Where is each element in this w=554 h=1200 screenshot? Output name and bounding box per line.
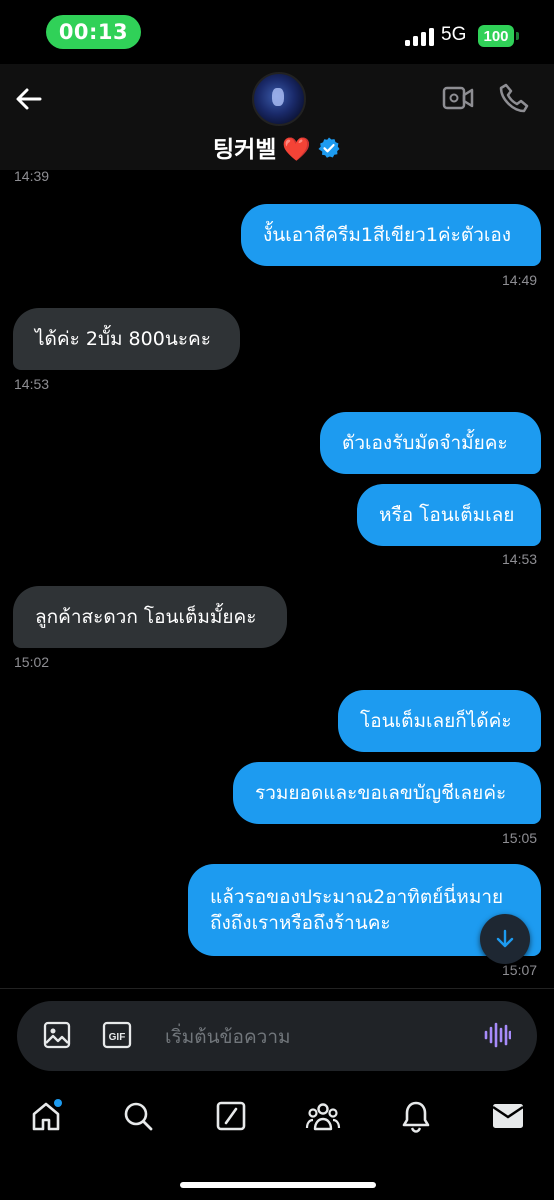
message-timestamp: 15:07 [502, 962, 538, 978]
contact-name-text: 팅커벨 [212, 137, 277, 163]
home-indicator [180, 1182, 376, 1188]
scroll-to-bottom-button[interactable] [480, 914, 530, 964]
gif-label: GIF [109, 1032, 126, 1043]
network-type: 5G [441, 24, 467, 45]
message-timestamp: 14:49 [502, 272, 538, 288]
voice-message-icon[interactable] [483, 1021, 512, 1049]
cellular-signal-icon [405, 28, 435, 46]
arrow-down-icon [496, 929, 514, 948]
message-composer: GIF [17, 1001, 537, 1071]
messages-icon[interactable] [488, 1096, 528, 1136]
message-timestamp: 14:53 [14, 376, 50, 392]
status-time: 00:13 [46, 15, 141, 49]
message-bubble-incoming[interactable]: ได้ค่ะ 2บั้ม 800นะคะ [13, 308, 240, 370]
phone-icon[interactable] [498, 82, 530, 114]
contact-name[interactable]: 팅커벨 ❤️ [0, 130, 554, 166]
heart-emoji: ❤️ [282, 137, 312, 163]
gif-icon[interactable]: GIF [102, 1021, 132, 1049]
message-input[interactable] [163, 1020, 467, 1054]
chat-header: 팅커벨 ❤️ [0, 64, 554, 170]
video-camera-icon[interactable] [442, 84, 474, 112]
notifications-icon[interactable] [396, 1096, 436, 1136]
avatar[interactable] [252, 72, 306, 126]
image-icon[interactable] [43, 1021, 71, 1049]
home-icon[interactable] [26, 1096, 66, 1136]
battery-icon: 100 [478, 25, 514, 47]
message-list[interactable]: 14:39 งั้นเอาสีครีม1สีเขียว1ค่ะตัวเอง 14… [0, 170, 554, 988]
status-bar: 00:13 5G 100 [0, 0, 554, 64]
verified-badge-icon [317, 136, 341, 166]
search-icon[interactable] [118, 1096, 158, 1136]
back-arrow-icon[interactable] [12, 82, 46, 116]
message-bubble-outgoing[interactable]: รวมยอดและขอเลขบัญชีเลยค่ะ [233, 762, 541, 824]
message-bubble-outgoing[interactable]: หรือ โอนเต็มเลย [357, 484, 541, 546]
message-timestamp: 14:39 [14, 170, 50, 184]
message-timestamp: 15:05 [502, 830, 538, 846]
message-timestamp: 15:02 [14, 654, 50, 670]
battery-cap [516, 32, 519, 40]
message-bubble-outgoing[interactable]: งั้นเอาสีครีม1สีเขียว1ค่ะตัวเอง [241, 204, 541, 266]
message-bubble-outgoing[interactable]: โอนเต็มเลยก็ได้ค่ะ [338, 690, 541, 752]
message-bubble-incoming[interactable]: ลูกค้าสะดวก โอนเต็มมั้ยคะ [13, 586, 287, 648]
communities-icon[interactable] [303, 1096, 343, 1136]
grok-icon[interactable] [211, 1096, 251, 1136]
message-timestamp: 14:53 [502, 551, 538, 567]
message-bubble-outgoing[interactable]: ตัวเองรับมัดจำมั้ยคะ [320, 412, 541, 474]
composer-area: GIF [0, 988, 554, 1081]
